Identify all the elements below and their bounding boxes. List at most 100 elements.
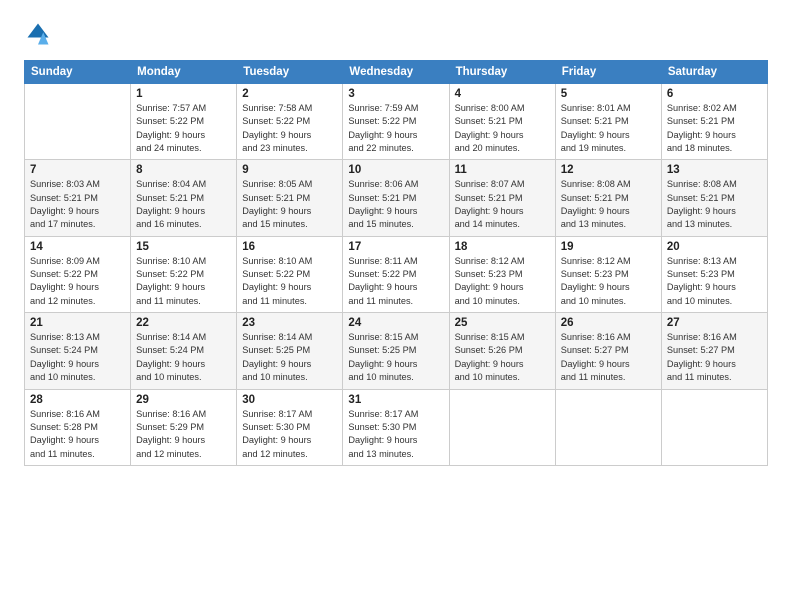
header bbox=[24, 20, 768, 48]
day-cell: 18 Sunrise: 8:12 AM Sunset: 5:23 PM Dayli… bbox=[449, 236, 555, 312]
day-number: 6 bbox=[667, 88, 762, 100]
week-row-1: 7 Sunrise: 8:03 AM Sunset: 5:21 PM Daylig… bbox=[25, 160, 768, 236]
logo-icon bbox=[24, 20, 52, 48]
day-cell: 27 Sunrise: 8:16 AM Sunset: 5:27 PM Dayli… bbox=[661, 313, 767, 389]
day-number: 9 bbox=[242, 164, 337, 176]
day-info: Sunrise: 8:17 AM Sunset: 5:30 PM Dayligh… bbox=[348, 408, 443, 461]
day-cell: 19 Sunrise: 8:12 AM Sunset: 5:23 PM Dayli… bbox=[555, 236, 661, 312]
day-cell: 16 Sunrise: 8:10 AM Sunset: 5:22 PM Dayli… bbox=[237, 236, 343, 312]
day-number: 28 bbox=[30, 394, 125, 406]
day-info: Sunrise: 8:13 AM Sunset: 5:23 PM Dayligh… bbox=[667, 255, 762, 308]
day-cell bbox=[555, 389, 661, 465]
logo bbox=[24, 20, 56, 48]
day-cell: 23 Sunrise: 8:14 AM Sunset: 5:25 PM Dayli… bbox=[237, 313, 343, 389]
day-number: 18 bbox=[455, 241, 550, 253]
day-cell: 9 Sunrise: 8:05 AM Sunset: 5:21 PM Daylig… bbox=[237, 160, 343, 236]
day-info: Sunrise: 8:06 AM Sunset: 5:21 PM Dayligh… bbox=[348, 178, 443, 231]
day-cell bbox=[449, 389, 555, 465]
day-cell: 26Sunrise: 8:16 AM Sunset: 5:27 PM Dayli… bbox=[555, 313, 661, 389]
day-number: 24 bbox=[348, 317, 443, 329]
day-number: 16 bbox=[242, 241, 337, 253]
day-cell: 3 Sunrise: 7:59 AM Sunset: 5:22 PM Daylig… bbox=[343, 84, 449, 160]
week-row-4: 28 Sunrise: 8:16 AM Sunset: 5:28 PM Dayli… bbox=[25, 389, 768, 465]
day-info: Sunrise: 8:10 AM Sunset: 5:22 PM Dayligh… bbox=[136, 255, 231, 308]
day-number: 12 bbox=[561, 164, 656, 176]
day-info: Sunrise: 8:17 AM Sunset: 5:30 PM Dayligh… bbox=[242, 408, 337, 461]
weekday-header-row: SundayMondayTuesdayWednesdayThursdayFrid… bbox=[25, 61, 768, 84]
day-number: 20 bbox=[667, 241, 762, 253]
page: SundayMondayTuesdayWednesdayThursdayFrid… bbox=[0, 0, 792, 612]
day-cell: 20 Sunrise: 8:13 AM Sunset: 5:23 PM Dayli… bbox=[661, 236, 767, 312]
day-info: Sunrise: 8:12 AM Sunset: 5:23 PM Dayligh… bbox=[561, 255, 656, 308]
day-info: Sunrise: 7:58 AM Sunset: 5:22 PM Dayligh… bbox=[242, 102, 337, 155]
week-row-2: 14 Sunrise: 8:09 AM Sunset: 5:22 PM Dayli… bbox=[25, 236, 768, 312]
day-number: 8 bbox=[136, 164, 231, 176]
day-info: Sunrise: 7:59 AM Sunset: 5:22 PM Dayligh… bbox=[348, 102, 443, 155]
weekday-header-monday: Monday bbox=[131, 61, 237, 84]
weekday-header-tuesday: Tuesday bbox=[237, 61, 343, 84]
day-info: Sunrise: 8:16 AM Sunset: 5:28 PM Dayligh… bbox=[30, 408, 125, 461]
day-number: 21 bbox=[30, 317, 125, 329]
day-cell: 4 Sunrise: 8:00 AM Sunset: 5:21 PM Daylig… bbox=[449, 84, 555, 160]
day-cell bbox=[661, 389, 767, 465]
day-info: Sunrise: 8:15 AM Sunset: 5:26 PM Dayligh… bbox=[455, 331, 550, 384]
day-info: Sunrise: 8:03 AM Sunset: 5:21 PM Dayligh… bbox=[30, 178, 125, 231]
day-number: 4 bbox=[455, 88, 550, 100]
day-info: Sunrise: 8:04 AM Sunset: 5:21 PM Dayligh… bbox=[136, 178, 231, 231]
day-info: Sunrise: 8:09 AM Sunset: 5:22 PM Dayligh… bbox=[30, 255, 125, 308]
day-info: Sunrise: 8:16 AM Sunset: 5:29 PM Dayligh… bbox=[136, 408, 231, 461]
day-info: Sunrise: 8:01 AM Sunset: 5:21 PM Dayligh… bbox=[561, 102, 656, 155]
day-info: Sunrise: 8:02 AM Sunset: 5:21 PM Dayligh… bbox=[667, 102, 762, 155]
weekday-header-thursday: Thursday bbox=[449, 61, 555, 84]
day-cell: 17 Sunrise: 8:11 AM Sunset: 5:22 PM Dayli… bbox=[343, 236, 449, 312]
day-number: 30 bbox=[242, 394, 337, 406]
day-number: 7 bbox=[30, 164, 125, 176]
weekday-header-friday: Friday bbox=[555, 61, 661, 84]
day-info: Sunrise: 8:00 AM Sunset: 5:21 PM Dayligh… bbox=[455, 102, 550, 155]
day-number: 22 bbox=[136, 317, 231, 329]
day-number: 25 bbox=[455, 317, 550, 329]
day-info: Sunrise: 8:16 AM Sunset: 5:27 PM Dayligh… bbox=[667, 331, 762, 384]
day-info: Sunrise: 8:12 AM Sunset: 5:23 PM Dayligh… bbox=[455, 255, 550, 308]
day-cell: 11Sunrise: 8:07 AM Sunset: 5:21 PM Dayli… bbox=[449, 160, 555, 236]
day-number: 1 bbox=[136, 88, 231, 100]
day-info: Sunrise: 7:57 AM Sunset: 5:22 PM Dayligh… bbox=[136, 102, 231, 155]
day-number: 11 bbox=[455, 164, 550, 176]
day-cell: 13Sunrise: 8:08 AM Sunset: 5:21 PM Dayli… bbox=[661, 160, 767, 236]
day-info: Sunrise: 8:05 AM Sunset: 5:21 PM Dayligh… bbox=[242, 178, 337, 231]
day-cell: 29 Sunrise: 8:16 AM Sunset: 5:29 PM Dayli… bbox=[131, 389, 237, 465]
day-number: 3 bbox=[348, 88, 443, 100]
day-number: 14 bbox=[30, 241, 125, 253]
day-number: 29 bbox=[136, 394, 231, 406]
day-info: Sunrise: 8:13 AM Sunset: 5:24 PM Dayligh… bbox=[30, 331, 125, 384]
day-info: Sunrise: 8:14 AM Sunset: 5:25 PM Dayligh… bbox=[242, 331, 337, 384]
day-cell: 31 Sunrise: 8:17 AM Sunset: 5:30 PM Dayli… bbox=[343, 389, 449, 465]
day-cell: 28 Sunrise: 8:16 AM Sunset: 5:28 PM Dayli… bbox=[25, 389, 131, 465]
day-number: 10 bbox=[348, 164, 443, 176]
day-cell: 7 Sunrise: 8:03 AM Sunset: 5:21 PM Daylig… bbox=[25, 160, 131, 236]
day-info: Sunrise: 8:11 AM Sunset: 5:22 PM Dayligh… bbox=[348, 255, 443, 308]
day-cell: 1 Sunrise: 7:57 AM Sunset: 5:22 PM Daylig… bbox=[131, 84, 237, 160]
day-info: Sunrise: 8:10 AM Sunset: 5:22 PM Dayligh… bbox=[242, 255, 337, 308]
day-info: Sunrise: 8:15 AM Sunset: 5:25 PM Dayligh… bbox=[348, 331, 443, 384]
weekday-header-saturday: Saturday bbox=[661, 61, 767, 84]
day-number: 31 bbox=[348, 394, 443, 406]
day-number: 27 bbox=[667, 317, 762, 329]
week-row-0: 1 Sunrise: 7:57 AM Sunset: 5:22 PM Daylig… bbox=[25, 84, 768, 160]
day-number: 15 bbox=[136, 241, 231, 253]
day-cell: 2 Sunrise: 7:58 AM Sunset: 5:22 PM Daylig… bbox=[237, 84, 343, 160]
day-cell: 5 Sunrise: 8:01 AM Sunset: 5:21 PM Daylig… bbox=[555, 84, 661, 160]
day-number: 5 bbox=[561, 88, 656, 100]
day-cell bbox=[25, 84, 131, 160]
day-number: 17 bbox=[348, 241, 443, 253]
day-cell: 6 Sunrise: 8:02 AM Sunset: 5:21 PM Daylig… bbox=[661, 84, 767, 160]
weekday-header-sunday: Sunday bbox=[25, 61, 131, 84]
day-info: Sunrise: 8:08 AM Sunset: 5:21 PM Dayligh… bbox=[561, 178, 656, 231]
day-number: 23 bbox=[242, 317, 337, 329]
day-number: 2 bbox=[242, 88, 337, 100]
day-cell: 8 Sunrise: 8:04 AM Sunset: 5:21 PM Daylig… bbox=[131, 160, 237, 236]
day-cell: 25 Sunrise: 8:15 AM Sunset: 5:26 PM Dayli… bbox=[449, 313, 555, 389]
day-info: Sunrise: 8:08 AM Sunset: 5:21 PM Dayligh… bbox=[667, 178, 762, 231]
day-number: 19 bbox=[561, 241, 656, 253]
week-row-3: 21 Sunrise: 8:13 AM Sunset: 5:24 PM Dayli… bbox=[25, 313, 768, 389]
